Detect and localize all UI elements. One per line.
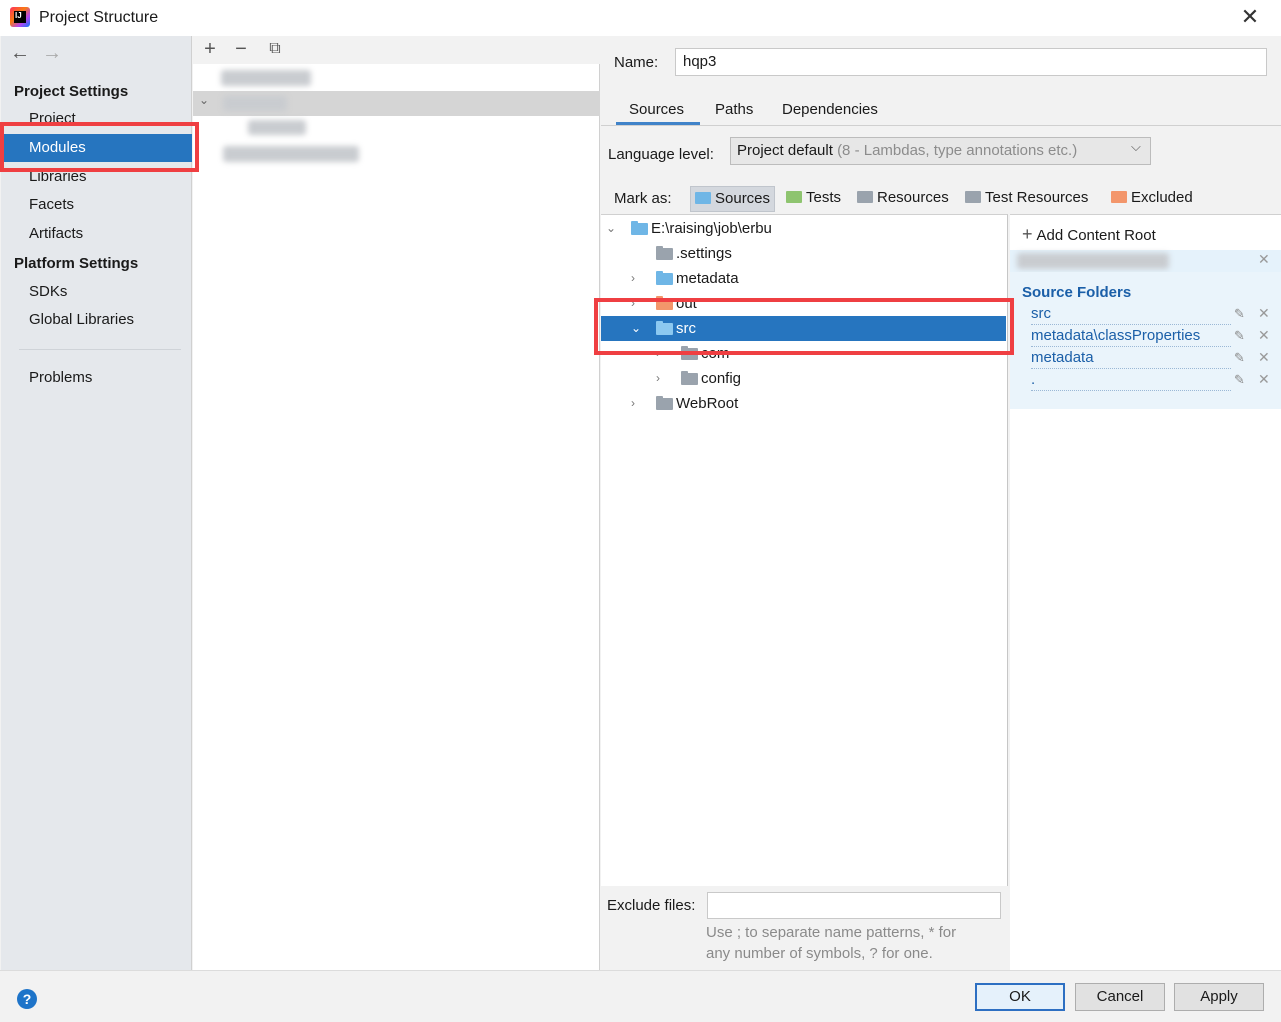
plus-icon: + xyxy=(1022,224,1033,244)
dialog-footer: ? OK Cancel Apply xyxy=(0,970,1281,1022)
settings-navigation: ← → Project Settings Project Modules Lib… xyxy=(1,36,192,970)
module-child-redacted[interactable] xyxy=(248,120,306,135)
resources-folder-icon xyxy=(857,191,873,203)
add-module-icon[interactable]: + xyxy=(199,38,221,60)
help-icon[interactable]: ? xyxy=(17,989,37,1009)
module-row-selected[interactable]: ⌄ xyxy=(193,91,600,116)
folder-icon xyxy=(656,246,673,260)
source-folder-classproperties[interactable]: metadata\classProperties xyxy=(1031,327,1231,347)
module-name-input[interactable]: hqp3 xyxy=(675,48,1267,76)
forward-arrow-icon[interactable]: → xyxy=(42,42,62,65)
source-folder-icon xyxy=(631,221,648,235)
content-root-header[interactable]: ✕ xyxy=(1010,250,1281,272)
expand-chevron-icon[interactable]: › xyxy=(656,366,660,391)
tab-paths[interactable]: Paths xyxy=(715,100,753,128)
project-settings-header: Project Settings xyxy=(14,83,129,100)
module-list-panel: + − ⧉ ⌄ xyxy=(193,36,600,970)
copy-module-icon[interactable]: ⧉ xyxy=(264,38,286,60)
remove-icon[interactable]: ✕ xyxy=(1258,305,1270,322)
edit-pencil-icon[interactable]: ✎ xyxy=(1234,372,1245,388)
back-arrow-icon[interactable]: ← xyxy=(10,42,30,65)
content-roots-panel: + Add Content Root ✕ Source Folders src ✎… xyxy=(1010,214,1281,970)
tab-dependencies[interactable]: Dependencies xyxy=(782,100,878,128)
tests-folder-icon xyxy=(786,191,802,203)
mark-tests-button[interactable]: Tests xyxy=(782,186,845,212)
nav-item-problems[interactable]: Problems xyxy=(1,364,192,392)
tree-row-root[interactable]: ⌄ E:\raising\job\erbu xyxy=(601,216,1006,241)
module-row-redacted[interactable] xyxy=(221,70,311,86)
edit-pencil-icon[interactable]: ✎ xyxy=(1234,306,1245,322)
close-window-button[interactable]: ✕ xyxy=(1236,4,1264,32)
nav-item-artifacts[interactable]: Artifacts xyxy=(1,220,192,248)
mark-test-resources-button[interactable]: Test Resources xyxy=(961,186,1092,212)
platform-settings-header: Platform Settings xyxy=(14,255,139,272)
tabs-divider xyxy=(601,125,1281,126)
mark-as-label: Mark as: xyxy=(614,190,672,207)
nav-item-facets[interactable]: Facets xyxy=(1,191,192,219)
add-content-root-button[interactable]: + Add Content Root xyxy=(1022,224,1156,245)
ok-button[interactable]: OK xyxy=(975,983,1065,1011)
language-level-label: Language level: xyxy=(608,146,714,163)
tree-row-webroot[interactable]: › WebRoot xyxy=(601,391,1006,416)
mark-resources-button[interactable]: Resources xyxy=(853,186,953,212)
language-level-select[interactable]: Project default (8 - Lambdas, type annot… xyxy=(730,137,1151,165)
tree-row-config[interactable]: › config xyxy=(601,366,1006,391)
modules-highlight-box xyxy=(0,122,199,172)
package-folder-icon xyxy=(681,371,698,385)
window-title: Project Structure xyxy=(39,9,159,26)
chevron-down-icon[interactable]: ⌵ xyxy=(1131,139,1141,155)
title-bar: IJ Project Structure ✕ xyxy=(0,0,1281,36)
edit-pencil-icon[interactable]: ✎ xyxy=(1234,328,1245,344)
expand-chevron-icon[interactable]: › xyxy=(631,266,635,291)
source-folder-metadata[interactable]: metadata xyxy=(1031,349,1231,369)
tree-row-metadata[interactable]: › metadata xyxy=(601,266,1006,291)
folder-icon xyxy=(656,396,673,410)
language-level-value: Project default xyxy=(737,142,833,159)
source-folders-title: Source Folders xyxy=(1022,284,1132,301)
sources-folder-icon xyxy=(695,192,711,204)
cancel-button[interactable]: Cancel xyxy=(1075,983,1165,1011)
expand-chevron-icon[interactable]: ⌄ xyxy=(199,93,209,107)
source-folders-section: Source Folders src ✎ ✕ metadata\classPro… xyxy=(1010,272,1281,409)
excluded-folder-icon xyxy=(1111,191,1127,203)
nav-item-global-libraries[interactable]: Global Libraries xyxy=(1,306,192,334)
mark-sources-button[interactable]: Sources xyxy=(690,186,776,212)
exclude-files-label: Exclude files: xyxy=(607,897,696,914)
tree-row-settings[interactable]: .settings xyxy=(601,241,1006,266)
module-detail-pane: Name: hqp3 Sources Paths Dependencies La… xyxy=(601,36,1281,970)
expand-chevron-icon[interactable]: ⌄ xyxy=(606,216,616,241)
remove-icon[interactable]: ✕ xyxy=(1258,349,1270,366)
exclude-files-hint: Use ; to separate name patterns, * for a… xyxy=(706,924,957,962)
name-label: Name: xyxy=(614,54,659,71)
apply-button[interactable]: Apply xyxy=(1174,983,1264,1011)
remove-module-icon[interactable]: − xyxy=(230,38,252,60)
remove-content-root-icon[interactable]: ✕ xyxy=(1258,251,1270,268)
language-level-hint: (8 - Lambdas, type annotations etc.) xyxy=(837,142,1078,159)
test-resources-folder-icon xyxy=(965,191,981,203)
remove-icon[interactable]: ✕ xyxy=(1258,371,1270,388)
src-highlight-box xyxy=(594,298,1014,355)
module-row-redacted-2[interactable] xyxy=(223,146,359,162)
nav-item-sdks[interactable]: SDKs xyxy=(1,278,192,306)
module-toolbar: + − ⧉ xyxy=(193,36,600,64)
source-folder-src[interactable]: src xyxy=(1031,305,1231,325)
nav-divider xyxy=(19,349,181,350)
exclude-files-input[interactable] xyxy=(707,892,1001,919)
source-folder-icon xyxy=(656,271,673,285)
edit-pencil-icon[interactable]: ✎ xyxy=(1234,350,1245,366)
expand-chevron-icon[interactable]: › xyxy=(631,391,635,416)
mark-excluded-button[interactable]: Excluded xyxy=(1107,186,1197,212)
source-folder-root[interactable]: . xyxy=(1031,371,1231,391)
remove-icon[interactable]: ✕ xyxy=(1258,327,1270,344)
intellij-app-icon: IJ xyxy=(10,7,30,27)
